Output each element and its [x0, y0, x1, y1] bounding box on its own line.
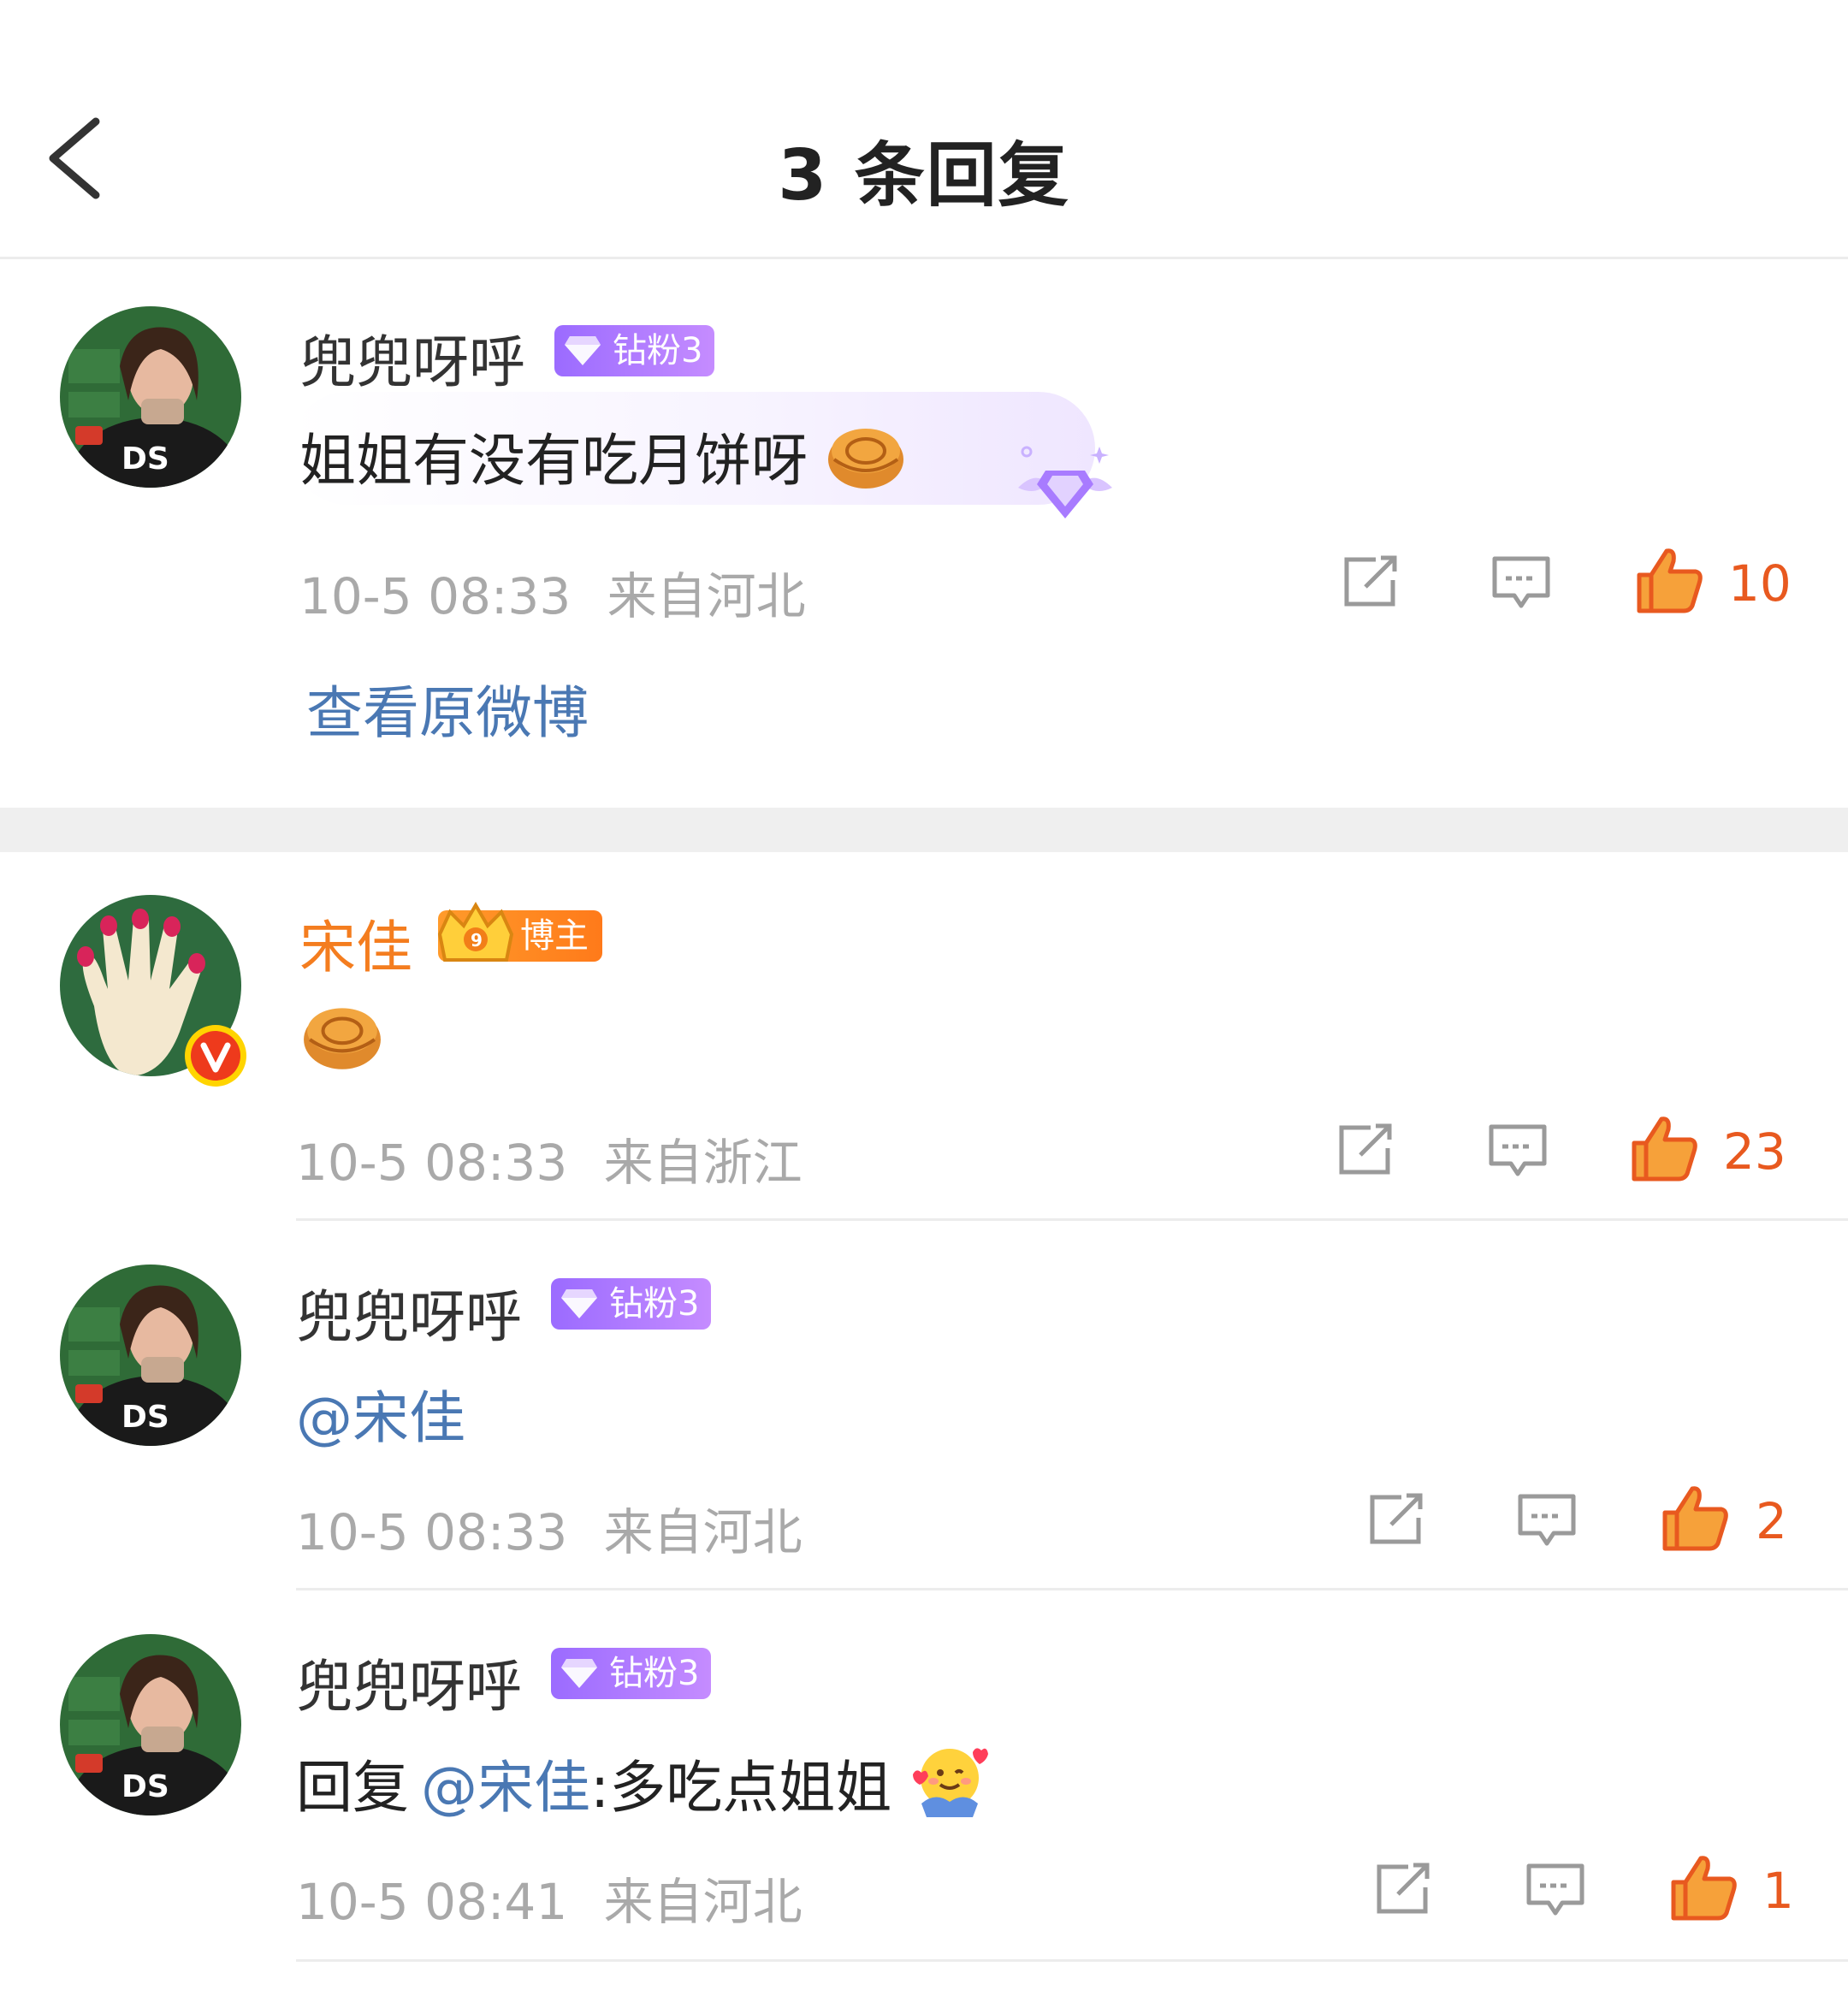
comment-location: 来自河北 [603, 1873, 803, 1931]
reply-separator [296, 1588, 1848, 1590]
comment-icon[interactable] [1490, 554, 1552, 611]
comment-meta: 10-5 08:33 来自浙江 [296, 1122, 803, 1194]
mooncake-emoji-icon [304, 1008, 381, 1069]
header-bar: 3 条回复 [0, 0, 1848, 259]
avatar[interactable]: DS [60, 306, 241, 488]
username[interactable]: 兜兜呀呼 [296, 1271, 522, 1353]
like-icon[interactable] [1670, 1853, 1738, 1922]
comment-location: 来自河北 [607, 567, 806, 625]
comment-time: 10-5 08:33 [296, 1134, 568, 1192]
like-icon[interactable] [1661, 1484, 1730, 1552]
comment-time: 10-5 08:33 [299, 567, 572, 625]
reply-prefix: 回复 [296, 1755, 409, 1821]
username[interactable]: 兜兜呀呼 [296, 1641, 522, 1723]
view-original-weibo-link[interactable]: 查看原微博 [306, 667, 589, 749]
comment-meta: 10-5 08:33 来自河北 [296, 1492, 803, 1564]
comment-text: @宋佳 [296, 1372, 465, 1454]
svg-text:DS: DS [121, 441, 169, 477]
username[interactable]: 宋佳 [299, 902, 412, 984]
reply-separator [296, 1218, 1848, 1221]
comment-icon[interactable] [1516, 1492, 1578, 1549]
comment-time: 10-5 08:41 [296, 1873, 568, 1931]
comment-meta: 10-5 08:33 来自河北 [299, 556, 806, 628]
like-count: 23 [1723, 1122, 1786, 1181]
like-count: 1 [1762, 1862, 1794, 1920]
share-icon[interactable] [1374, 1862, 1434, 1916]
mention-link[interactable]: @宋佳 [296, 1385, 465, 1451]
mooncake-emoji-icon [827, 429, 903, 489]
blogger-badge-label: 博主 [520, 916, 589, 956]
fan-badge: 钻粉3 [551, 1648, 712, 1699]
comment-text: 姐姐有没有吃月饼呀 [299, 415, 906, 497]
hug-emoji-icon [913, 1748, 989, 1817]
username[interactable]: 兜兜呀呼 [299, 317, 525, 399]
comment-location: 来自河北 [603, 1503, 803, 1561]
section-divider [0, 808, 1848, 852]
like-count: 2 [1756, 1492, 1787, 1550]
comment-icon[interactable] [1525, 1862, 1586, 1918]
verified-v-icon [185, 1025, 246, 1087]
diamond-icon [561, 1659, 597, 1688]
avatar[interactable]: DS [60, 1265, 241, 1446]
fan-badge-label: 钻粉3 [609, 1284, 700, 1324]
comment-icon[interactable] [1487, 1122, 1549, 1179]
like-icon[interactable] [1631, 1114, 1699, 1182]
comment-meta: 10-5 08:41 来自河北 [296, 1862, 803, 1934]
comment-time: 10-5 08:33 [296, 1503, 568, 1561]
share-icon[interactable] [1367, 1492, 1427, 1547]
diamond-wings-icon [1018, 446, 1112, 518]
fan-badge: 钻粉3 [551, 1278, 712, 1330]
share-icon[interactable] [1336, 1122, 1396, 1177]
comment-text: 回复 @宋佳:多吃点姐姐 [296, 1740, 990, 1824]
page-title: 3 条回复 [778, 135, 1070, 216]
avatar[interactable]: DS [60, 1634, 241, 1815]
fan-badge-label: 钻粉3 [613, 331, 703, 370]
svg-text:DS: DS [121, 1400, 169, 1435]
crown-icon: 9 [437, 902, 514, 962]
comment-location: 来自浙江 [603, 1134, 803, 1192]
reply-suffix: :多吃点姐姐 [590, 1755, 892, 1821]
like-count: 10 [1728, 554, 1792, 613]
like-icon[interactable] [1636, 546, 1704, 614]
mention-link[interactable]: @宋佳 [421, 1755, 590, 1821]
comment-text-content: 姐姐有没有吃月饼呀 [299, 428, 808, 494]
diamond-icon [565, 336, 601, 365]
blogger-badge: 9 博主 [437, 902, 602, 962]
svg-text:9: 9 [471, 930, 483, 951]
diamond-icon [561, 1289, 597, 1318]
share-icon[interactable] [1342, 554, 1401, 609]
svg-text:DS: DS [121, 1769, 169, 1804]
reply-separator [296, 1959, 1848, 1962]
fan-badge: 钻粉3 [554, 325, 715, 376]
fan-badge-label: 钻粉3 [609, 1654, 700, 1693]
